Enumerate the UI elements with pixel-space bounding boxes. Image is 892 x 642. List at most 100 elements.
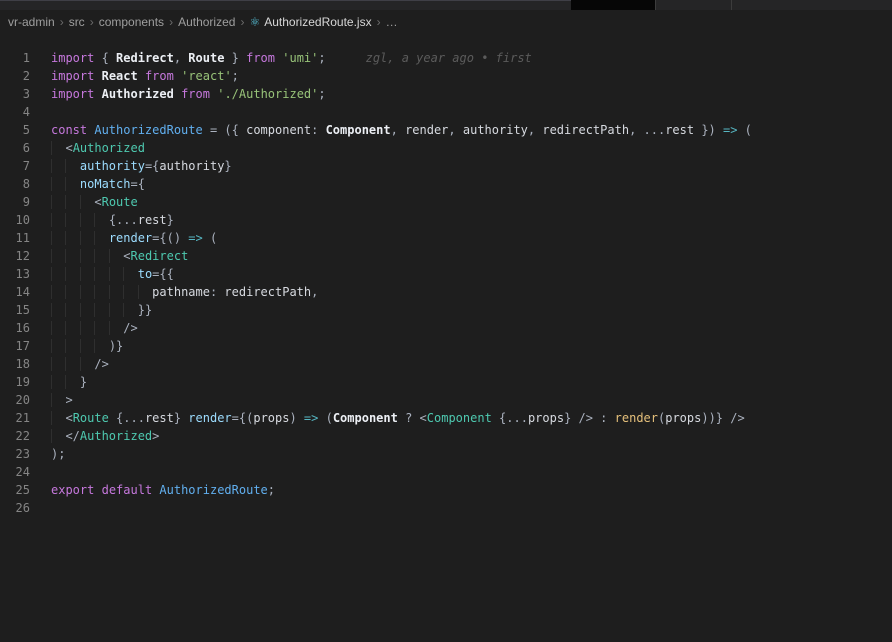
code-token: , — [173, 51, 189, 65]
code-token: : — [311, 123, 326, 137]
code-line[interactable]: 22 </Authorized> — [0, 427, 892, 445]
code-line[interactable]: 7 authority={authority} — [0, 157, 892, 175]
code-line[interactable]: 21 <Route {...rest} render={(props) => (… — [0, 409, 892, 427]
line-number[interactable]: 26 — [0, 499, 30, 517]
code-line[interactable]: 23); — [0, 445, 892, 463]
line-number[interactable]: 10 — [0, 211, 30, 229]
line-number[interactable]: 21 — [0, 409, 30, 427]
code-token: Authorized — [101, 87, 174, 101]
indent-guide — [80, 339, 94, 353]
line-number[interactable]: 6 — [0, 139, 30, 157]
code-token: Route — [72, 411, 109, 425]
code-line[interactable]: 17 )} — [0, 337, 892, 355]
line-number[interactable]: 14 — [0, 283, 30, 301]
code-line[interactable]: 15 }} — [0, 301, 892, 319]
code-line[interactable]: 9 <Route — [0, 193, 892, 211]
indent-guide — [65, 267, 79, 281]
indent-guide — [51, 285, 65, 299]
code-token: AuthorizedRoute — [94, 123, 203, 137]
line-number[interactable]: 23 — [0, 445, 30, 463]
code-token: = ({ — [202, 123, 247, 137]
code-line[interactable]: 4 — [0, 103, 892, 121]
code-token: Authorized — [79, 429, 153, 443]
code-line[interactable]: 11 render={() => ( — [0, 229, 892, 247]
line-number[interactable]: 20 — [0, 391, 30, 409]
code-token: render — [188, 411, 232, 425]
tab-segment-active[interactable] — [571, 0, 655, 10]
breadcrumb-item[interactable]: src — [69, 15, 85, 29]
line-number[interactable]: 8 — [0, 175, 30, 193]
code-text: <Route — [51, 193, 137, 211]
line-number[interactable]: 1 — [0, 49, 30, 67]
code-line[interactable]: 1 import { Redirect, Route } from 'umi'; z… — [0, 49, 892, 67]
code-token: , ... — [629, 123, 666, 137]
indent-guide — [65, 339, 79, 353]
line-number[interactable]: 19 — [0, 373, 30, 391]
code-token: rest — [137, 213, 167, 227]
line-number[interactable]: 5 — [0, 121, 30, 139]
indent-guide — [80, 267, 94, 281]
code-token: Redirect — [130, 249, 189, 263]
code-line[interactable]: 6 <Authorized — [0, 139, 892, 157]
indent-guide — [51, 429, 65, 443]
code-line[interactable]: 5 const AuthorizedRoute = ({ component: C… — [0, 121, 892, 139]
indent-guide — [94, 321, 108, 335]
breadcrumb-item[interactable]: vr-admin — [8, 15, 55, 29]
code-line[interactable]: 8 noMatch={ — [0, 175, 892, 193]
line-number[interactable]: 2 — [0, 67, 30, 85]
code-line[interactable]: 3 import Authorized from './Authorized'; — [0, 85, 892, 103]
code-line[interactable]: 13 to={{ — [0, 265, 892, 283]
line-number[interactable]: 15 — [0, 301, 30, 319]
code-line[interactable]: 14 pathname: redirectPath, — [0, 283, 892, 301]
line-number[interactable]: 18 — [0, 355, 30, 373]
line-number[interactable]: 16 — [0, 319, 30, 337]
breadcrumb-item[interactable]: components — [99, 15, 164, 29]
code-line[interactable]: 18 /> — [0, 355, 892, 373]
code-token: render — [405, 123, 449, 137]
line-number[interactable]: 7 — [0, 157, 30, 175]
line-number[interactable]: 22 — [0, 427, 30, 445]
code-line[interactable]: 25 export default AuthorizedRoute; — [0, 481, 892, 499]
line-number[interactable]: 24 — [0, 463, 30, 481]
code-line[interactable]: 19 } — [0, 373, 892, 391]
code-line[interactable]: 12 <Redirect — [0, 247, 892, 265]
code-token: > — [152, 429, 160, 443]
line-number[interactable]: 12 — [0, 247, 30, 265]
code-token: const — [51, 123, 88, 137]
code-token: }} — [137, 303, 153, 317]
indent-guide — [51, 231, 65, 245]
code-text: noMatch={ — [51, 175, 145, 193]
code-token: ={ — [130, 177, 145, 191]
code-token: => — [188, 231, 203, 245]
code-text: export default AuthorizedRoute; — [51, 481, 275, 499]
code-token: < — [419, 411, 427, 425]
code-editor[interactable]: 1 import { Redirect, Route } from 'umi'; z… — [0, 34, 892, 517]
code-line[interactable]: 24 — [0, 463, 892, 481]
breadcrumb-file[interactable]: AuthorizedRoute.jsx — [264, 15, 371, 29]
code-line[interactable]: 20 > — [0, 391, 892, 409]
code-line[interactable]: 16 /> — [0, 319, 892, 337]
code-token: ={() — [152, 231, 189, 245]
chevron-right-icon: › — [240, 15, 245, 29]
indent-guide — [51, 159, 65, 173]
line-number[interactable]: 11 — [0, 229, 30, 247]
code-line[interactable]: 26 — [0, 499, 892, 517]
line-number[interactable]: 17 — [0, 337, 30, 355]
breadcrumb-item[interactable]: Authorized — [178, 15, 235, 29]
line-number[interactable]: 4 — [0, 103, 30, 121]
line-number[interactable]: 13 — [0, 265, 30, 283]
code-line[interactable]: 10 {...rest} — [0, 211, 892, 229]
line-number[interactable]: 9 — [0, 193, 30, 211]
indent-guide — [51, 141, 65, 155]
indent-guide — [94, 339, 108, 353]
code-line[interactable]: 2 import React from 'react'; — [0, 67, 892, 85]
code-text: import { Redirect, Route } from 'umi'; zg… — [51, 49, 532, 67]
indent-guide — [109, 303, 123, 317]
line-number[interactable]: 25 — [0, 481, 30, 499]
indent-guide — [51, 339, 65, 353]
breadcrumb-overflow[interactable]: … — [386, 15, 398, 29]
tab-bar[interactable] — [0, 0, 892, 10]
code-token: ) — [289, 411, 304, 425]
line-number[interactable]: 3 — [0, 85, 30, 103]
